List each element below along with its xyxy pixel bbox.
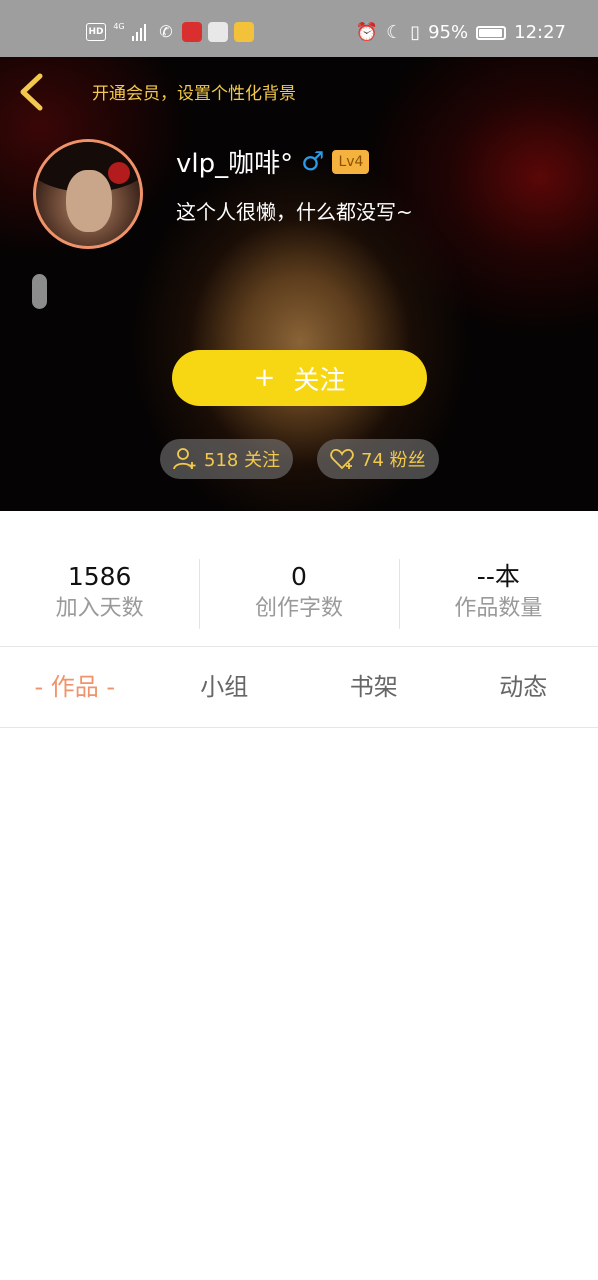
tab-content-area: [0, 728, 598, 1280]
stat-value: 1586: [67, 562, 132, 591]
stat-works-count: --本 作品数量: [398, 555, 598, 631]
vibrate-icon: ▯: [410, 22, 421, 43]
tab-groups[interactable]: 小组: [150, 647, 300, 727]
following-count-button[interactable]: 518 关注: [160, 439, 293, 479]
reader-app-icon: [234, 22, 254, 42]
hd-icon: HD: [86, 23, 106, 41]
add-user-icon: [173, 448, 196, 470]
profile-header: 开通会员，设置个性化背景 vlp_咖啡° ♂ Lv4 这个人很懒，什么都没写~ …: [0, 57, 598, 511]
stat-value: 0: [291, 562, 307, 591]
vip-background-link[interactable]: 开通会员，设置个性化背景: [92, 79, 296, 104]
clock: 12:27: [514, 22, 566, 43]
wechat-icon: ✆: [159, 22, 173, 41]
stat-join-days: 1586 加入天数: [0, 555, 199, 631]
fans-count-button[interactable]: 74 粉丝: [317, 439, 439, 479]
alarm-icon: ⏰: [355, 22, 379, 43]
battery-percent: 95%: [428, 22, 469, 43]
user-bio: 这个人很懒，什么都没写~: [176, 200, 413, 224]
stat-label: 创作字数: [254, 596, 343, 621]
status-left-icons: HD 4G ✆: [86, 22, 254, 42]
status-right-icons: ⏰ ☾ ▯ 95% 12:27: [356, 22, 566, 43]
profile-tabs: - 作品 - 小组 书架 动态: [0, 647, 598, 727]
level-badge: Lv4: [332, 149, 370, 174]
following-count-text: 518 关注: [204, 450, 281, 471]
battery-icon: [476, 25, 507, 40]
tab-activity[interactable]: 动态: [449, 647, 598, 727]
follow-button-label: 关注: [293, 365, 346, 396]
plus-icon: +: [253, 363, 276, 393]
stat-label: 作品数量: [454, 596, 543, 621]
app-notification-icon: [182, 22, 202, 42]
signal-icon: [132, 23, 150, 41]
profile-stats: 1586 加入天数 0 创作字数 --本 作品数量: [0, 555, 598, 631]
stat-value: --本: [476, 562, 520, 591]
status-bar: HD 4G ✆ ⏰ ☾ ▯ 95% 12:27: [0, 0, 598, 57]
follow-button[interactable]: + 关注: [172, 350, 427, 406]
network-type-icon: 4G: [113, 22, 125, 31]
back-arrow-icon[interactable]: [14, 70, 50, 114]
tab-works[interactable]: - 作品 -: [0, 647, 150, 727]
male-gender-icon: ♂: [301, 146, 325, 177]
fans-count-text: 74 粉丝: [361, 450, 426, 471]
username: vlp_咖啡°: [176, 149, 294, 179]
side-drawer-handle[interactable]: [32, 274, 47, 309]
do-not-disturb-icon: ☾: [386, 22, 403, 43]
heart-icon: [330, 449, 354, 470]
stat-label: 加入天数: [55, 596, 144, 621]
tab-bookshelf[interactable]: 书架: [299, 647, 449, 727]
username-row: vlp_咖啡° ♂ Lv4: [176, 143, 370, 180]
avatar[interactable]: [33, 139, 143, 249]
stat-word-count: 0 创作字数: [199, 555, 398, 631]
mail-app-icon: [208, 22, 228, 42]
